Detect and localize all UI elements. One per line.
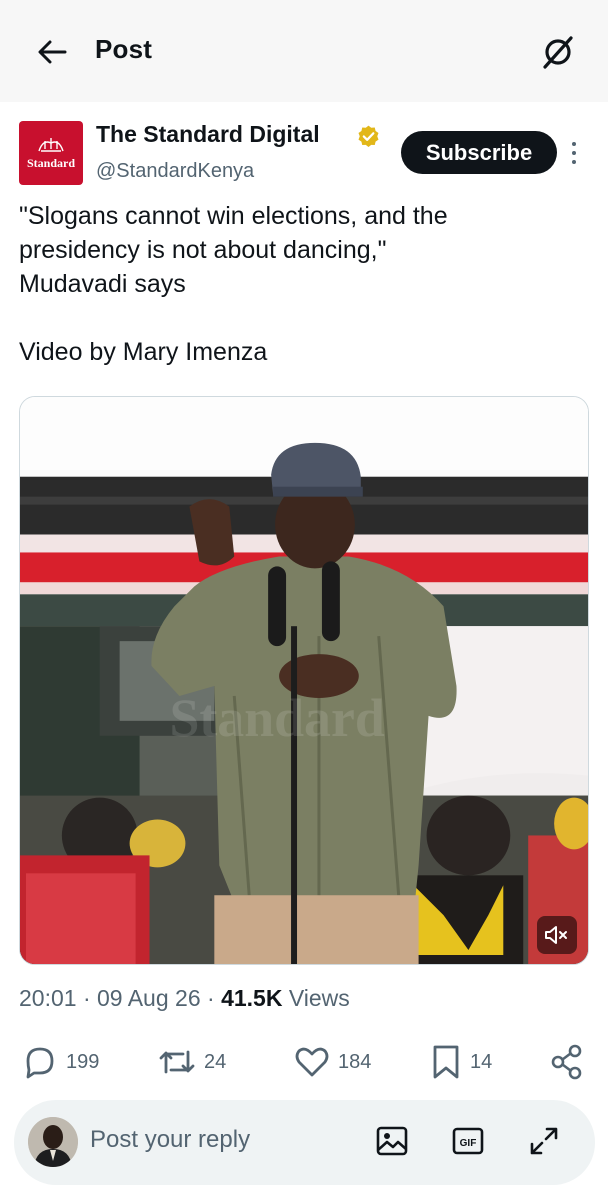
like-count: 184 [338, 1050, 372, 1073]
tweet-credit: Video by Mary Imenza [19, 338, 268, 366]
grok-icon [543, 36, 573, 69]
user-avatar[interactable] [28, 1117, 78, 1167]
post-date[interactable]: 09 Aug 26 [97, 985, 201, 1011]
user-photo [28, 1117, 78, 1167]
heart-icon [295, 1047, 329, 1077]
top-bar: Post [0, 0, 608, 102]
like-button[interactable]: 184 [294, 1044, 371, 1080]
author-avatar[interactable]: Standard [19, 121, 83, 185]
page-title: Post [95, 34, 153, 64]
author-name[interactable]: The Standard Digital [96, 121, 320, 148]
tweet-line: Mudavadi says [19, 270, 186, 298]
views-count: 41.5K [221, 985, 283, 1011]
action-bar: 199 24 184 14 [0, 1040, 608, 1086]
repost-button[interactable]: 24 [158, 1044, 226, 1080]
bookmark-icon [433, 1045, 459, 1079]
back-button[interactable] [34, 34, 70, 70]
add-gif-button[interactable]: GIF [451, 1124, 485, 1158]
bookmark-count: 14 [470, 1050, 493, 1073]
logo-wordmark: Standard [26, 156, 76, 170]
add-image-button[interactable] [375, 1124, 409, 1158]
share-button[interactable] [550, 1044, 584, 1080]
video-player[interactable]: Standard [19, 396, 589, 965]
gif-icon: GIF [452, 1127, 484, 1155]
tweet-line: presidency is not about dancing," [19, 236, 387, 264]
more-dot-icon [572, 142, 576, 146]
meta-separator: · [82, 985, 91, 1011]
share-icon [551, 1044, 582, 1080]
meta-separator: · [207, 985, 215, 1011]
more-dot-icon [572, 160, 576, 164]
arrow-left-icon [38, 40, 67, 64]
grok-button[interactable] [538, 32, 578, 72]
repost-icon [159, 1050, 195, 1074]
image-icon [376, 1126, 408, 1156]
expand-composer-button[interactable] [527, 1124, 561, 1158]
mute-button[interactable] [537, 916, 577, 954]
tweet-text: "Slogans cannot win elections, and the p… [19, 199, 579, 369]
reply-composer[interactable]: Post your reply GIF [14, 1100, 595, 1185]
crest-icon [38, 138, 64, 152]
reply-input[interactable]: Post your reply [90, 1126, 250, 1154]
bookmark-button[interactable]: 14 [430, 1044, 492, 1080]
reply-button[interactable]: 199 [22, 1044, 99, 1080]
tweet-line: "Slogans cannot win elections, and the [19, 202, 448, 230]
svg-text:GIF: GIF [460, 1138, 477, 1149]
author-handle[interactable]: @StandardKenya [96, 160, 254, 183]
subscribe-button[interactable]: Subscribe [401, 131, 557, 174]
video-frame: Standard [20, 397, 588, 964]
verified-badge-icon [358, 125, 379, 148]
more-dot-icon [572, 151, 576, 155]
post-time[interactable]: 20:01 [19, 985, 77, 1011]
post-meta: 20:01 · 09 Aug 26 · 41.5K Views [19, 985, 350, 1012]
video-watermark: Standard [169, 688, 384, 748]
reply-count: 199 [66, 1050, 100, 1073]
reply-icon [26, 1047, 54, 1079]
muted-speaker-icon [545, 926, 567, 944]
expand-icon [530, 1127, 558, 1155]
repost-count: 24 [204, 1050, 227, 1073]
views-label: Views [288, 985, 350, 1011]
more-options-button[interactable] [566, 140, 582, 166]
